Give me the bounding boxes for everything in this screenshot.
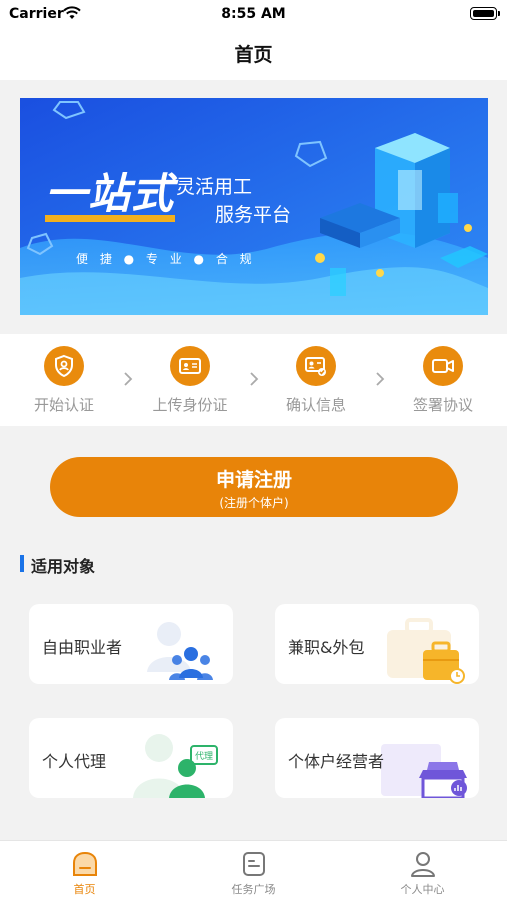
tab-bar: 首页 任务广场 个人中心	[0, 840, 507, 900]
banner-line2: 服务平台	[215, 204, 292, 226]
agent-icon: 代理	[133, 734, 218, 798]
home-icon	[72, 851, 97, 876]
video-icon	[423, 346, 463, 386]
shop-icon	[381, 744, 467, 798]
status-bar: Carrier 8:55 AM	[0, 0, 507, 28]
card-label: 自由职业者	[42, 638, 123, 657]
card-label: 个体户经营者	[288, 752, 385, 771]
id-card-icon	[170, 346, 210, 386]
battery-icon	[470, 7, 500, 20]
registration-steps: 开始认证 上传身份证 确认信息 签署协议	[0, 334, 507, 426]
step-start-auth: 开始认证	[9, 346, 119, 415]
step-upload-id: 上传身份证	[135, 346, 245, 415]
briefcase-icon	[387, 618, 465, 684]
user-icon	[410, 852, 435, 877]
clock: 8:55 AM	[221, 6, 286, 22]
chevron-right-icon	[250, 372, 259, 386]
page-title: 首页	[234, 44, 273, 66]
step-label: 确认信息	[285, 396, 346, 414]
banner-section: 一站式 灵活用工 服务平台 便 捷 ● 专 业 ● 合 规	[0, 80, 507, 334]
section-marker	[20, 555, 24, 572]
step-confirm-info: 确认信息	[261, 346, 371, 415]
tab-label: 任务广场	[231, 883, 276, 896]
tab-label: 个人中心	[400, 883, 445, 896]
card-label: 个人代理	[42, 752, 107, 771]
promo-banner[interactable]: 一站式 灵活用工 服务平台 便 捷 ● 专 业 ● 合 规	[20, 98, 488, 315]
shield-user-icon	[44, 346, 84, 386]
register-button[interactable]: 申请注册 (注册个体户)	[50, 457, 458, 517]
card-part-time[interactable]: 兼职&外包	[275, 604, 479, 684]
chevron-right-icon	[124, 372, 133, 386]
task-icon	[242, 852, 265, 876]
banner-underline	[45, 215, 175, 222]
card-business-owner[interactable]: 个体户经营者	[275, 718, 479, 798]
step-sign-agreement: 签署协议	[388, 346, 498, 415]
step-label: 签署协议	[412, 396, 473, 414]
banner-headline: 一站式	[45, 169, 175, 218]
chevron-right-icon	[376, 372, 385, 386]
register-subtitle: (注册个体户)	[219, 496, 289, 510]
tab-label: 首页	[73, 883, 96, 896]
step-label: 开始认证	[33, 396, 94, 414]
section-title: 适用对象	[31, 557, 96, 576]
svg-text:代理: 代理	[195, 751, 213, 762]
step-label: 上传身份证	[152, 396, 228, 414]
group-people-icon	[147, 622, 213, 680]
banner-tags: 便 捷 ● 专 业 ● 合 规	[76, 252, 256, 266]
card-label: 兼职&外包	[288, 638, 365, 657]
tab-task-square[interactable]: 任务广场	[169, 841, 338, 900]
nav-bar: 首页	[0, 28, 507, 80]
card-freelancer[interactable]: 自由职业者	[29, 604, 233, 684]
register-title: 申请注册	[215, 469, 292, 491]
tab-home[interactable]: 首页	[0, 841, 169, 900]
id-check-icon	[296, 346, 336, 386]
card-personal-agent[interactable]: 代理 个人代理	[29, 718, 233, 798]
tab-profile[interactable]: 个人中心	[338, 841, 507, 900]
banner-line1: 灵活用工	[176, 176, 253, 198]
